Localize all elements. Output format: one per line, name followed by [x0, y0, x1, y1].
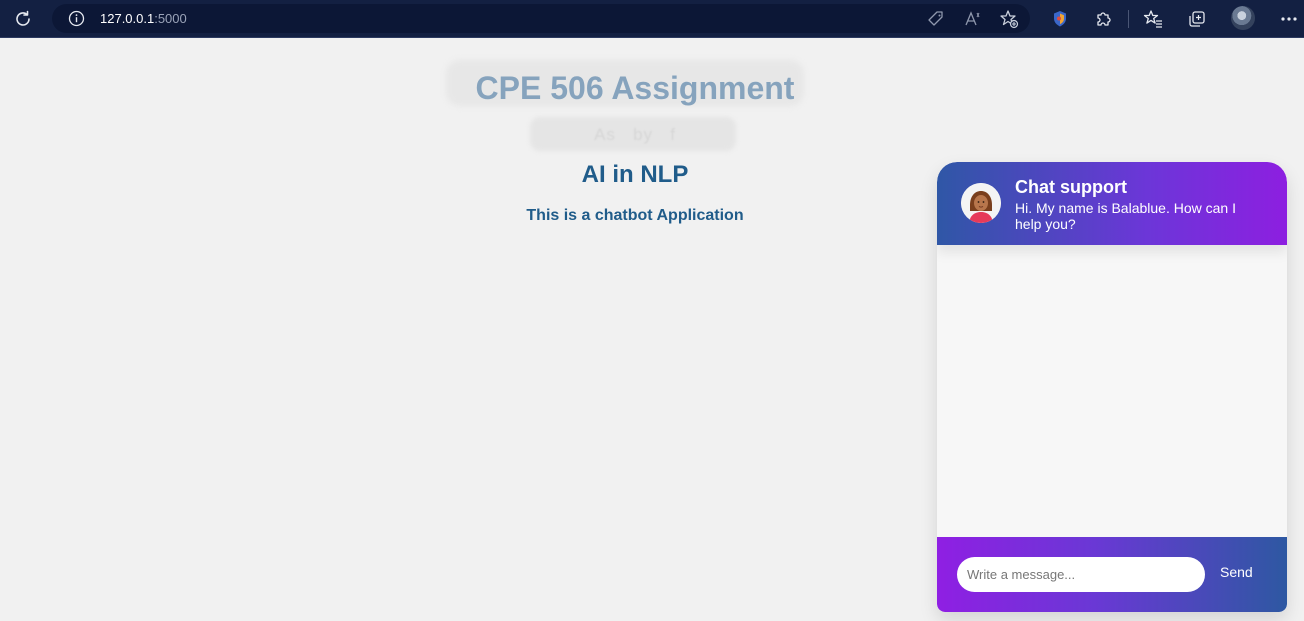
send-button[interactable]: Send — [1220, 564, 1253, 580]
message-input[interactable] — [957, 557, 1205, 592]
chatbox-header: Chat support Hi. My name is Balablue. Ho… — [937, 162, 1287, 245]
read-aloud-icon[interactable] — [963, 9, 983, 29]
chat-messages-area[interactable] — [937, 245, 1287, 537]
chatbox: Chat support Hi. My name is Balablue. Ho… — [937, 162, 1287, 612]
toolbar-separator — [1128, 10, 1129, 28]
support-agent-avatar — [961, 183, 1001, 223]
extension-shield-icon[interactable] — [1049, 8, 1071, 30]
add-favorite-icon[interactable] — [999, 9, 1019, 29]
browser-toolbar: 127.0.0.1:5000 — [0, 0, 1304, 38]
profile-avatar[interactable] — [1231, 6, 1255, 30]
reload-icon[interactable] — [12, 8, 34, 30]
address-bar[interactable]: 127.0.0.1:5000 — [52, 4, 1030, 33]
page-subtitle: As by f — [594, 125, 676, 144]
page-title: CPE 506 Assignment — [475, 70, 795, 106]
url-host: 127.0.0.1 — [100, 11, 155, 26]
url-text[interactable]: 127.0.0.1:5000 — [100, 11, 187, 26]
favorites-icon[interactable] — [1142, 8, 1164, 30]
url-port: :5000 — [154, 11, 187, 26]
site-info-icon[interactable] — [68, 10, 85, 27]
chatbox-title: Chat support — [1015, 177, 1127, 197]
chatbox-description: Hi. My name is Balablue. How can I help … — [1015, 200, 1236, 232]
more-icon[interactable] — [1278, 8, 1300, 30]
collections-icon[interactable] — [1186, 8, 1208, 30]
extensions-icon[interactable] — [1093, 8, 1115, 30]
price-tag-icon[interactable] — [926, 9, 946, 29]
chatbox-footer: Send — [937, 537, 1287, 612]
